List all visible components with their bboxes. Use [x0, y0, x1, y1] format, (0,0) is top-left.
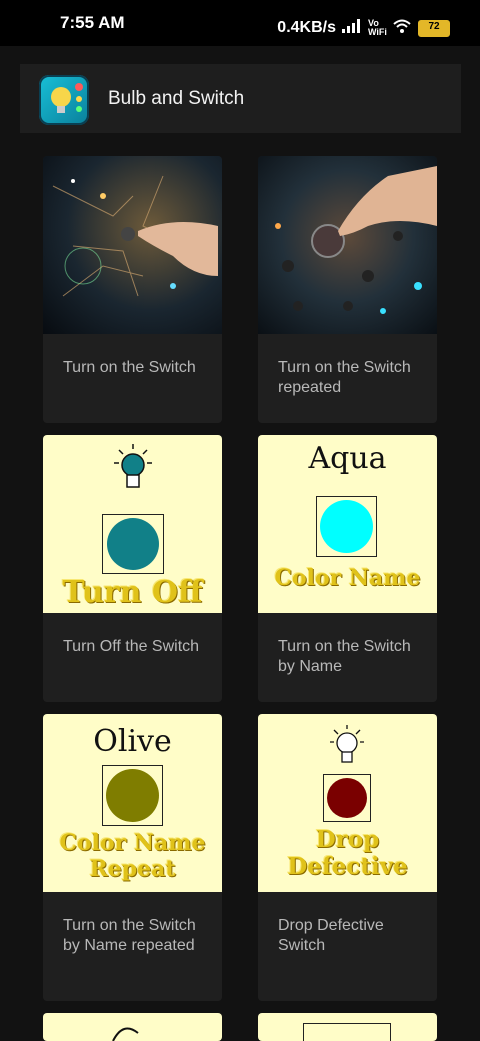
- signal-icon: [342, 18, 362, 38]
- card-turn-on-switch-by-name-repeated[interactable]: Olive Color Name Repeat Turn on the Swit…: [43, 714, 222, 1001]
- switch-indicator: [107, 518, 159, 570]
- card-label: Turn on the Switch: [63, 359, 196, 376]
- switch-box: [316, 496, 377, 557]
- card-label: Turn on the Switch by Name: [278, 638, 411, 675]
- battery-icon: 72: [418, 19, 450, 37]
- card-image-turn-off: Turn Off: [43, 435, 222, 613]
- switch-indicator: [106, 769, 159, 822]
- card-image-partial: [258, 1013, 437, 1041]
- image-caption: Color Name: [274, 565, 421, 591]
- vowifi-label: Vo WiFi: [368, 18, 387, 37]
- switch-indicator: [320, 500, 373, 553]
- network-speed: 0.4KB/s: [277, 19, 336, 36]
- image-caption-line1: Drop: [315, 826, 380, 853]
- card-image-circuit-finger: [43, 156, 222, 334]
- card-turn-off-switch[interactable]: Turn Off Turn Off the Switch: [43, 435, 222, 702]
- card-image-drop-defective: Drop Defective: [258, 714, 437, 892]
- card-label: Turn on the Switch by Name repeated: [63, 917, 196, 954]
- switch-indicator: [327, 778, 367, 818]
- image-caption-line1: Color Name: [59, 830, 206, 856]
- switch-box: [323, 774, 371, 822]
- lightbulb-icon: [329, 724, 365, 775]
- switch-box: [102, 514, 164, 574]
- status-time: 7:55 AM: [60, 13, 125, 32]
- card-partial-left[interactable]: [43, 1013, 222, 1041]
- card-image-aqua: Aqua Color Name: [258, 435, 437, 613]
- card-drop-defective-switch[interactable]: Drop Defective Drop Defective Switch: [258, 714, 437, 1001]
- card-label: Turn Off the Switch: [63, 638, 200, 655]
- app-logo-icon: [39, 75, 89, 125]
- card-label: Turn on the Switch repeated: [278, 359, 411, 396]
- battery-level: 72: [428, 20, 440, 32]
- color-word: Olive: [93, 724, 172, 759]
- status-indicators: 0.4KB/s Vo WiFi 72: [277, 0, 450, 56]
- card-image-knob-finger: [258, 156, 437, 334]
- status-bar: 7:55 AM 0.4KB/s Vo WiFi 72: [0, 0, 480, 46]
- card-turn-on-switch-repeated[interactable]: Turn on the Switch repeated: [258, 156, 437, 423]
- image-caption-line2: Repeat: [89, 856, 176, 882]
- card-image-partial: [43, 1013, 222, 1041]
- switch-box: [303, 1023, 391, 1041]
- color-word: Aqua: [308, 441, 387, 476]
- switch-box: [102, 765, 163, 826]
- app-title: Bulb and Switch: [108, 88, 245, 109]
- app-bar: Bulb and Switch: [20, 64, 461, 133]
- card-partial-right[interactable]: [258, 1013, 437, 1041]
- lightbulb-icon: [113, 443, 153, 500]
- card-turn-on-switch[interactable]: Turn on the Switch: [43, 156, 222, 423]
- card-label: Drop Defective Switch: [278, 917, 384, 954]
- image-caption-line2: Defective: [287, 853, 408, 880]
- card-turn-on-switch-by-name[interactable]: Aqua Color Name Turn on the Switch by Na…: [258, 435, 437, 702]
- card-image-olive: Olive Color Name Repeat: [43, 714, 222, 892]
- wifi-icon: [392, 18, 412, 39]
- image-caption: Turn Off: [62, 575, 203, 610]
